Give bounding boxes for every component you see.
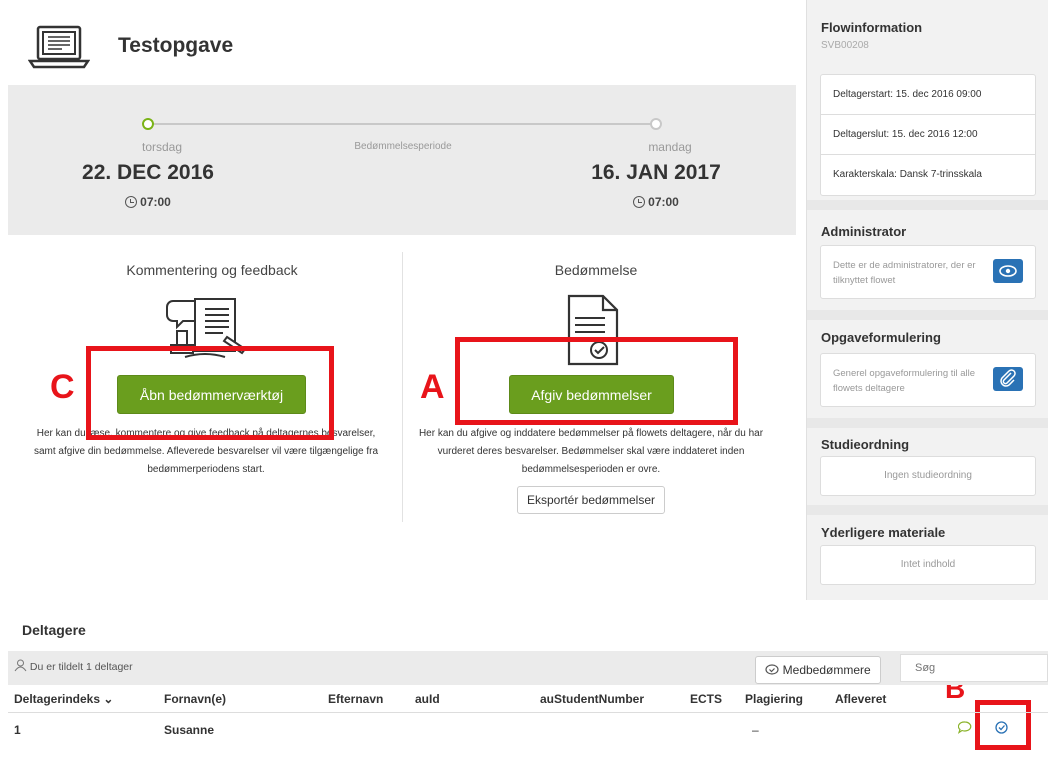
annotation-box-c — [86, 346, 334, 440]
col-header-ects[interactable]: ECTS — [690, 692, 722, 706]
row-first-name: Susanne — [164, 723, 215, 737]
task-title: Opgaveformulering — [821, 330, 941, 345]
annotation-box-a — [455, 337, 738, 425]
col-header-last-name[interactable]: Efternavn — [328, 692, 383, 706]
col-header-index[interactable]: Deltagerindeks ⌄ — [14, 692, 113, 706]
col-header-plagiarism[interactable]: Plagiering — [745, 692, 803, 706]
annotation-label-a: A — [420, 368, 445, 406]
admin-title: Administrator — [821, 224, 907, 239]
grade-check-icon[interactable] — [994, 720, 1009, 735]
study-title: Studieordning — [821, 437, 910, 452]
admin-text: Dette er de administratorer, der er tilk… — [833, 260, 976, 286]
open-task-button[interactable] — [993, 367, 1023, 391]
sidebar-separator — [807, 310, 1048, 320]
page-title: Testopgave — [118, 34, 234, 57]
comment-icon[interactable] — [958, 721, 972, 734]
end-time: 07:00 — [596, 195, 716, 209]
task-card: Generel opgaveformulering til alle flowe… — [820, 353, 1036, 407]
sidebar-separator — [807, 505, 1048, 515]
row-plagiarism: – — [752, 723, 759, 737]
study-empty-text: Ingen studieordning — [884, 470, 972, 481]
grading-panel-title: Bedømmelse — [554, 262, 638, 278]
sidebar: Flowinformation SVB00208 Deltagerstart: … — [806, 0, 1048, 600]
material-card: Intet indhold — [820, 545, 1036, 585]
row-index: 1 — [14, 723, 21, 737]
chat-check-icon — [765, 664, 779, 675]
col-header-auid[interactable]: auId — [415, 692, 440, 706]
study-card: Ingen studieordning — [820, 456, 1036, 496]
clock-icon — [633, 196, 646, 208]
sidebar-separator — [807, 418, 1048, 428]
period-label: Bedømmelsesperiode — [354, 141, 452, 152]
clock-icon — [125, 196, 138, 208]
page: Testopgave torsdag Bedømmelsesperiode ma… — [0, 0, 1048, 758]
period-track — [148, 123, 658, 125]
assigned-count: Du er tildelt 1 deltager — [14, 659, 133, 673]
end-date: 16. JAN 2017 — [591, 161, 721, 184]
col-header-student-number[interactable]: auStudentNumber — [540, 692, 644, 706]
user-icon — [14, 659, 27, 672]
chevron-down-icon: ⌄ — [103, 692, 114, 706]
panel-divider — [402, 252, 403, 522]
task-text: Generel opgaveformulering til alle flowe… — [833, 368, 976, 394]
eye-icon — [999, 265, 1017, 277]
material-title: Yderligere materiale — [821, 525, 946, 540]
col-header-first-name[interactable]: Fornavn(e) — [164, 692, 226, 706]
end-day: mandag — [648, 140, 692, 154]
search-input[interactable] — [900, 654, 1048, 682]
laptop-document-icon — [28, 25, 90, 69]
co-graders-button[interactable]: Medbedømmere — [755, 656, 881, 684]
participants-title: Deltagere — [22, 622, 86, 638]
annotation-label-c: C — [50, 368, 75, 406]
flow-id: SVB00208 — [821, 40, 869, 51]
flow-info-row: Deltagerstart: 15. dec 2016 09:00 — [821, 75, 1035, 115]
material-empty-text: Intet indhold — [900, 559, 956, 570]
start-time: 07:00 — [88, 195, 208, 209]
table-header-divider — [8, 712, 1048, 713]
sidebar-separator — [807, 200, 1048, 210]
feedback-panel-title: Kommentering og feedback — [126, 262, 298, 278]
col-header-submitted[interactable]: Afleveret — [835, 692, 886, 706]
start-date: 22. DEC 2016 — [82, 161, 214, 184]
export-grades-button[interactable]: Eksportér bedømmelser — [517, 486, 665, 514]
period-end-dot — [650, 118, 662, 130]
start-day: torsdag — [141, 140, 183, 154]
paperclip-icon — [1000, 369, 1016, 387]
flow-info-title: Flowinformation — [821, 20, 923, 35]
period-band: torsdag Bedømmelsesperiode mandag 22. DE… — [8, 85, 796, 235]
flow-info-row: Deltagerslut: 15. dec 2016 12:00 — [821, 115, 1035, 155]
grading-description: Her kan du afgive og inddatere bedømmels… — [418, 428, 764, 475]
table-row[interactable] — [8, 714, 948, 744]
flow-info-card: Deltagerstart: 15. dec 2016 09:00 Deltag… — [820, 74, 1036, 196]
admin-card: Dette er de administratorer, der er tilk… — [820, 245, 1036, 299]
flow-info-row: Karakterskala: Dansk 7-trinsskala — [833, 169, 982, 180]
participants-toolbar — [8, 651, 1048, 685]
period-start-dot — [142, 118, 154, 130]
view-admins-button[interactable] — [993, 259, 1023, 283]
